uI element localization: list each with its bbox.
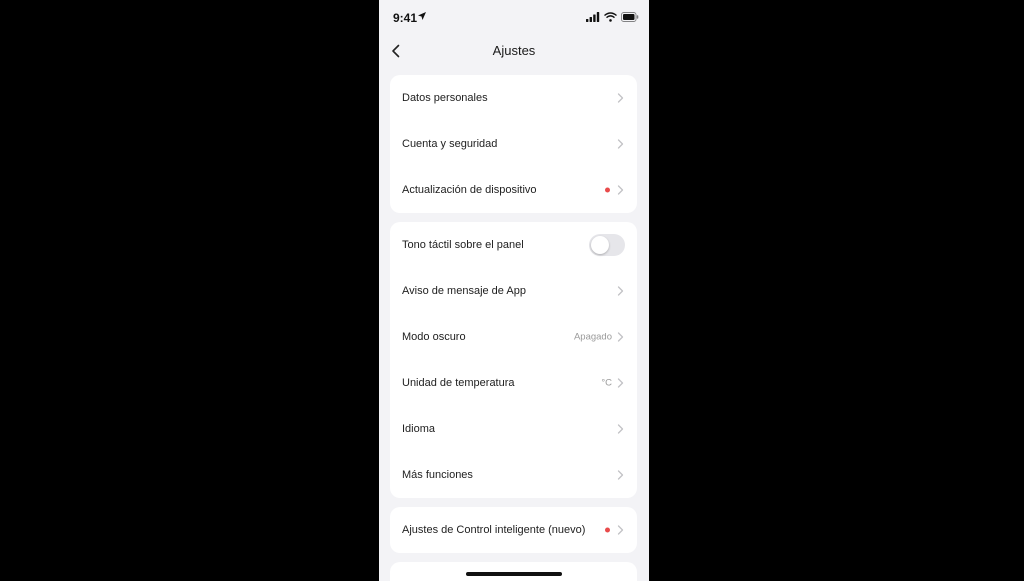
settings-item-value: Apagado xyxy=(573,331,612,343)
settings-item-control-inteligente[interactable]: Ajustes de Control inteligente (nuevo) xyxy=(390,507,637,553)
notification-dot xyxy=(605,527,610,533)
settings-group-account: Datos personales Cuenta y seguridad Actu… xyxy=(390,75,637,213)
settings-item-value: °C xyxy=(601,377,612,389)
chevron-right-icon xyxy=(617,93,624,103)
tono-tactil-toggle[interactable] xyxy=(589,234,625,256)
settings-item-label: Unidad de temperatura xyxy=(402,377,515,389)
settings-item-label: Modo oscuro xyxy=(402,331,466,343)
settings-item-label: Actualización de dispositivo xyxy=(402,184,537,196)
chevron-right-icon xyxy=(617,525,624,535)
settings-item-unidad-temperatura[interactable]: Unidad de temperatura °C xyxy=(390,360,637,406)
notification-dot xyxy=(605,187,610,193)
chevron-right-icon xyxy=(617,470,624,480)
settings-group-smart-control: Ajustes de Control inteligente (nuevo) xyxy=(390,507,637,553)
status-time: 9:41 xyxy=(393,11,418,25)
settings-item-modo-oscuro[interactable]: Modo oscuro Apagado xyxy=(390,314,637,360)
chevron-right-icon xyxy=(617,332,624,342)
settings-item-label: Datos personales xyxy=(402,92,488,104)
status-bar: 9:41 xyxy=(379,0,649,34)
settings-item-label: Tono táctil sobre el panel xyxy=(402,239,524,251)
settings-item-aviso-mensaje[interactable]: Aviso de mensaje de App xyxy=(390,268,637,314)
settings-item-label: Aviso de mensaje de App xyxy=(402,285,526,297)
chevron-right-icon xyxy=(617,378,624,388)
chevron-right-icon xyxy=(617,286,624,296)
settings-item-label: Ajustes de Control inteligente (nuevo) xyxy=(402,524,586,536)
cellular-signal-icon xyxy=(586,12,600,22)
settings-item-idioma[interactable]: Idioma xyxy=(390,406,637,452)
settings-group-preferences: Tono táctil sobre el panel Aviso de mens… xyxy=(390,222,637,498)
wifi-icon xyxy=(604,12,617,22)
navigation-bar: Ajustes xyxy=(379,34,649,68)
phone-screen: 9:41 Ajustes Datos personales Cuenta y s… xyxy=(379,0,649,581)
settings-item-label: Idioma xyxy=(402,423,436,435)
status-icons xyxy=(586,12,639,22)
toggle-knob xyxy=(591,236,609,254)
settings-item-label: Más funciones xyxy=(402,469,473,481)
settings-item-datos-personales[interactable]: Datos personales xyxy=(390,75,637,121)
settings-item-tono-tactil: Tono táctil sobre el panel xyxy=(390,222,637,268)
page-title: Ajustes xyxy=(492,43,536,58)
home-indicator xyxy=(466,572,562,576)
settings-item-actualizacion-dispositivo[interactable]: Actualización de dispositivo xyxy=(390,167,637,213)
chevron-right-icon xyxy=(617,139,624,149)
chevron-right-icon xyxy=(617,185,624,195)
location-arrow-icon xyxy=(418,12,426,20)
chevron-right-icon xyxy=(617,424,624,434)
settings-item-label: Cuenta y seguridad xyxy=(402,138,498,150)
settings-item-mas-funciones[interactable]: Más funciones xyxy=(390,452,637,498)
settings-item-cuenta-seguridad[interactable]: Cuenta y seguridad xyxy=(390,121,637,167)
battery-icon xyxy=(621,12,639,22)
